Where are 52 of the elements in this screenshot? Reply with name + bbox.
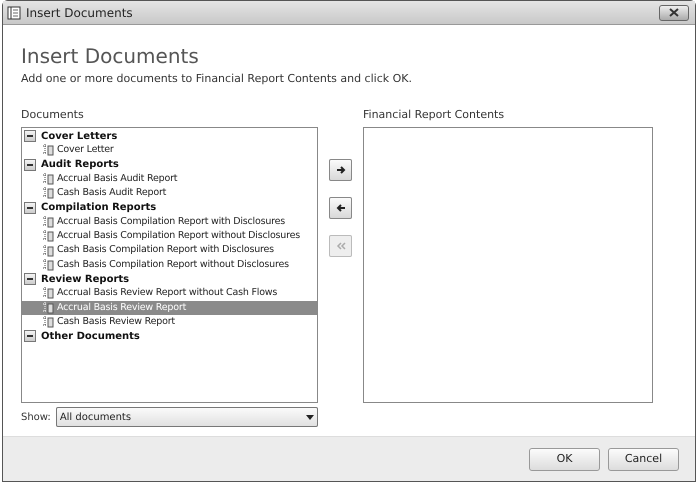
remove-button[interactable] [329,196,352,218]
panel-label: Financial Report Contents [363,106,504,122]
caret-icon [306,414,314,420]
document-icon [42,187,54,200]
tree-item[interactable]: Accrual Basis Audit Report [22,172,317,186]
tree-item[interactable]: Accrual Basis Review Report without Cash Flows [22,286,317,301]
show-label: Show: [21,410,51,424]
close-icon [669,8,679,17]
minus-icon [27,335,33,338]
collapse-toggle[interactable] [24,273,36,286]
collapse-toggle[interactable] [24,330,36,342]
document-icon [42,230,54,242]
dialog-button[interactable]: OK [529,448,600,470]
document-icon [42,173,54,186]
document-icon [42,144,54,156]
group-label[interactable]: Other Documents [41,328,140,344]
minus-icon [27,206,33,209]
group-label[interactable]: Compilation Reports [41,200,156,216]
tree-item[interactable]: Cash Basis Audit Report [22,186,317,200]
window-title: Insert Documents [26,4,134,22]
left-arrow-icon [334,202,346,214]
document-icon [42,258,54,271]
collapse-toggle[interactable] [24,158,36,171]
tree-item[interactable]: Cash Basis Compilation Report with Disclosures [22,243,317,258]
tree-item[interactable]: Cash Basis Review Report [22,314,317,330]
group-label[interactable]: Audit Reports [41,157,119,172]
tree-item[interactable]: Accrual Basis Compilation Report with Disclosures [22,214,317,230]
right-arrow-icon [334,164,346,176]
group-label[interactable]: Review Reports [41,272,130,287]
document-icon [42,287,54,300]
double-left-arrow-icon [334,240,346,252]
add-button[interactable] [329,158,352,180]
document-icon [42,302,54,314]
tree-item[interactable]: Cover Letter [22,143,317,158]
document-icon [42,244,54,257]
instructions-text: Add one or more documents to Financial Report Contents and click OK. [21,71,412,87]
collapse-toggle[interactable] [24,130,36,142]
panel-label: Documents [21,106,84,122]
minus-icon [27,135,33,138]
document-icon [42,216,54,228]
tree-item[interactable]: Accrual Basis Compilation Report without Disclosures [22,229,317,244]
document-icon [7,6,21,20]
close-button[interactable] [659,4,689,20]
dialog-heading: Insert Documents [21,43,199,69]
collapse-toggle[interactable] [24,202,36,214]
group-label[interactable]: Cover Letters [41,128,118,144]
document-icon [42,316,54,328]
show-dropdown[interactable]: All documents [56,407,318,427]
minus-icon [27,164,33,166]
dialog-button[interactable]: Cancel [608,448,679,470]
minus-icon [27,278,33,280]
tree-item[interactable]: Cash Basis Compilation Report without Disclosures [22,258,317,272]
